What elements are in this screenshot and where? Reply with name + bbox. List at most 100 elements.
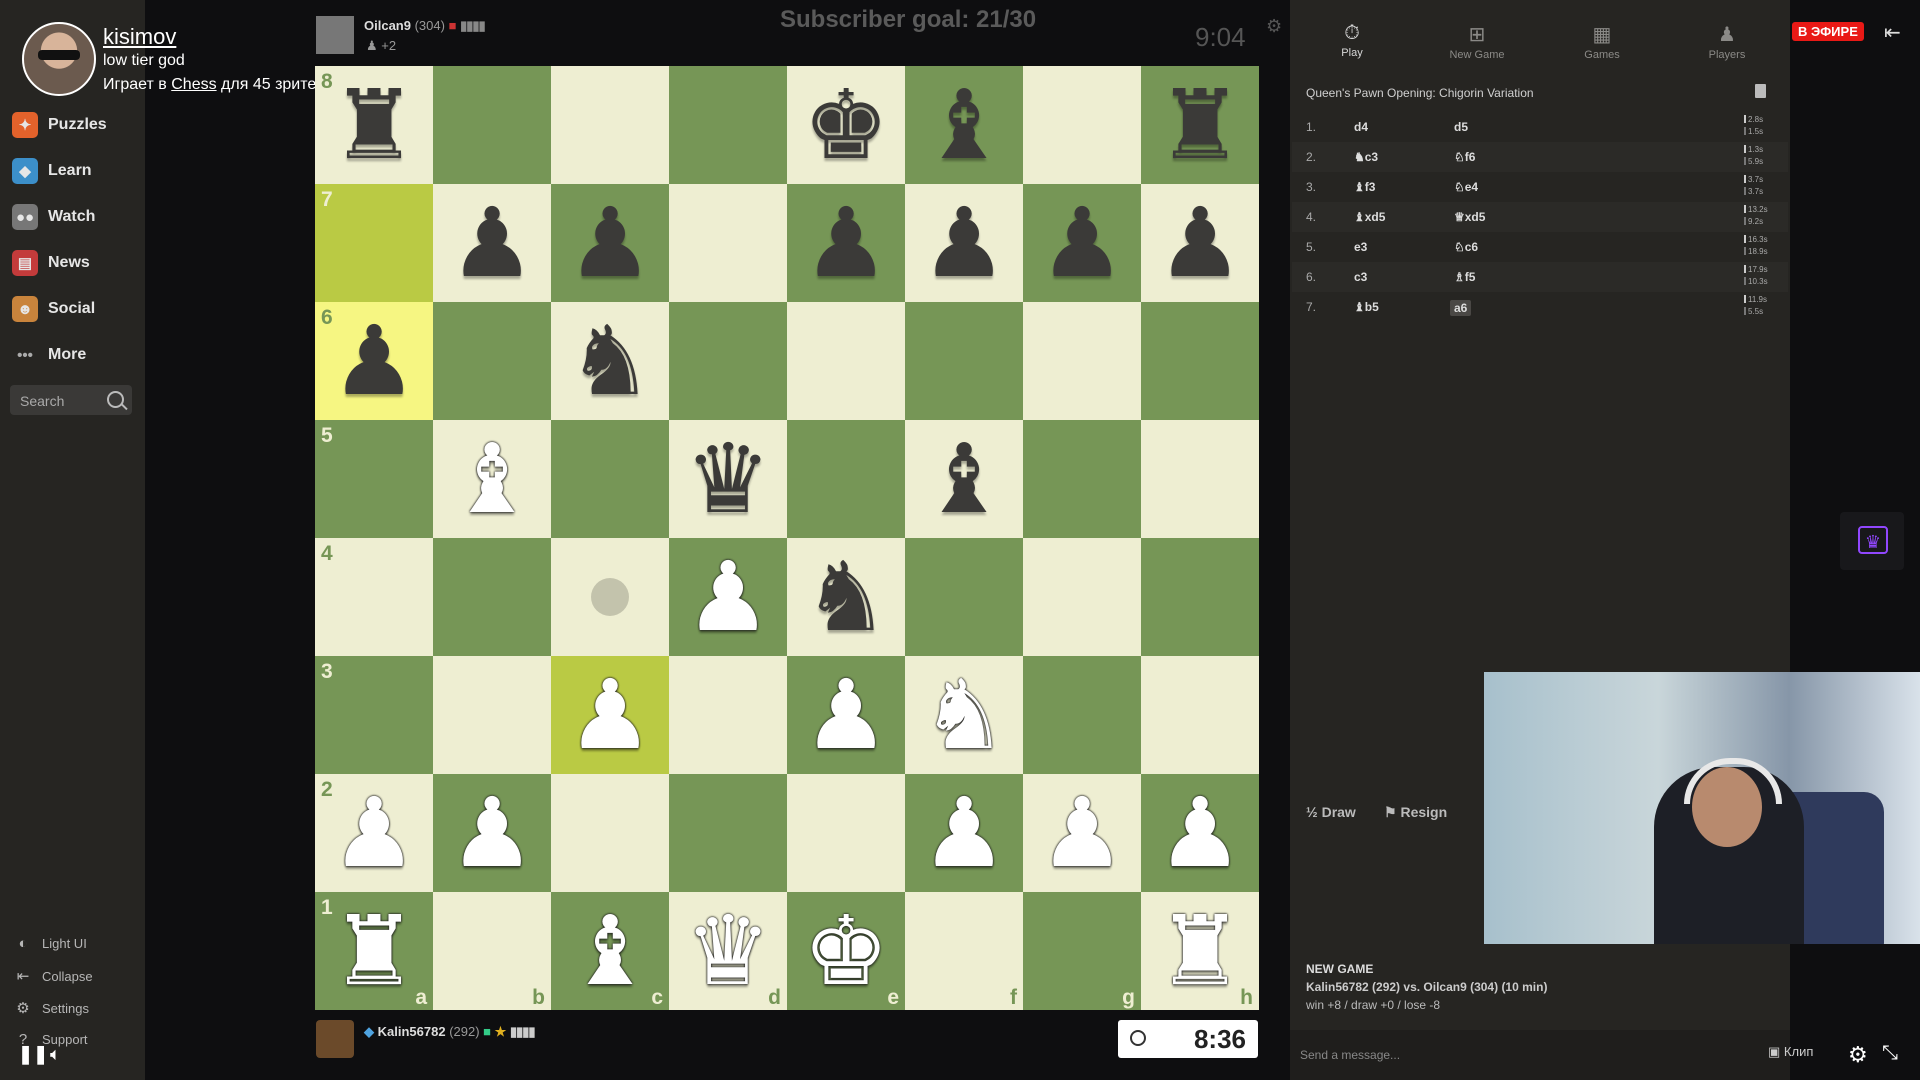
- player-settings-icon[interactable]: ⚙: [1848, 1042, 1868, 1068]
- square-f7[interactable]: ♟: [905, 184, 1023, 302]
- square-a8[interactable]: 8 ♜: [315, 66, 433, 184]
- square-g2[interactable]: ♟: [1023, 774, 1141, 892]
- black-knight-icon[interactable]: ♞: [787, 538, 905, 656]
- sidebar-item-social[interactable]: ☻ Social: [12, 294, 95, 324]
- black-pawn-icon[interactable]: ♟: [551, 184, 669, 302]
- square-f6[interactable]: [905, 302, 1023, 420]
- white-pawn-icon[interactable]: ♟: [1141, 774, 1259, 892]
- draw-button[interactable]: ½ Draw: [1306, 804, 1356, 820]
- black-pawn-icon[interactable]: ♟: [1023, 184, 1141, 302]
- square-c1[interactable]: c ♝: [551, 892, 669, 1010]
- opponent-avatar[interactable]: [316, 16, 354, 54]
- sidebar-item-puzzles[interactable]: ✦ Puzzles: [12, 110, 107, 140]
- square-e7[interactable]: ♟: [787, 184, 905, 302]
- white-king-icon[interactable]: ♚: [787, 892, 905, 1010]
- square-h6[interactable]: [1141, 302, 1259, 420]
- square-h1[interactable]: h ♜: [1141, 892, 1259, 1010]
- square-b4[interactable]: [433, 538, 551, 656]
- square-e2[interactable]: [787, 774, 905, 892]
- white-move[interactable]: d4: [1354, 120, 1368, 134]
- white-pawn-icon[interactable]: ♟: [551, 656, 669, 774]
- resign-button[interactable]: ⚑ Resign: [1384, 804, 1447, 821]
- white-pawn-icon[interactable]: ♟: [433, 774, 551, 892]
- square-a6[interactable]: 6 ♟: [315, 302, 433, 420]
- square-h3[interactable]: [1141, 656, 1259, 774]
- collapse-button[interactable]: ⇤ Collapse: [14, 967, 93, 985]
- square-c4[interactable]: [551, 538, 669, 656]
- white-pawn-icon[interactable]: ♟: [669, 538, 787, 656]
- crown-extension-button[interactable]: ♛: [1840, 512, 1904, 570]
- square-h7[interactable]: ♟: [1141, 184, 1259, 302]
- settings-link[interactable]: ⚙ Settings: [14, 999, 89, 1017]
- square-b2[interactable]: ♟: [433, 774, 551, 892]
- square-e6[interactable]: [787, 302, 905, 420]
- white-pawn-icon[interactable]: ♟: [315, 774, 433, 892]
- exit-theatre-icon[interactable]: ⇤: [1884, 20, 1901, 45]
- move-hint-dot[interactable]: [591, 578, 629, 616]
- square-f8[interactable]: ♝: [905, 66, 1023, 184]
- square-f1[interactable]: f: [905, 892, 1023, 1010]
- square-e8[interactable]: ♚: [787, 66, 905, 184]
- tab-players[interactable]: ♟ Players: [1667, 22, 1787, 61]
- sidebar-item-news[interactable]: ▤ News: [12, 248, 90, 278]
- square-f4[interactable]: [905, 538, 1023, 656]
- square-c2[interactable]: [551, 774, 669, 892]
- square-a2[interactable]: 2 ♟: [315, 774, 433, 892]
- square-e5[interactable]: [787, 420, 905, 538]
- tab-new-game[interactable]: ⊞ New Game: [1417, 22, 1537, 61]
- tab-play[interactable]: ⏱ Play: [1292, 22, 1412, 59]
- fullscreen-icon[interactable]: ⤡: [1882, 1042, 1898, 1065]
- player-name[interactable]: Kalin56782: [378, 1024, 446, 1039]
- black-rook-icon[interactable]: ♜: [1141, 66, 1259, 184]
- white-pawn-icon[interactable]: ♟: [905, 774, 1023, 892]
- white-pawn-icon[interactable]: ♟: [787, 656, 905, 774]
- square-f2[interactable]: ♟: [905, 774, 1023, 892]
- square-a4[interactable]: 4: [315, 538, 433, 656]
- square-a1[interactable]: 1 a ♜: [315, 892, 433, 1010]
- sidebar-item-watch[interactable]: ●● Watch: [12, 202, 95, 232]
- square-d1[interactable]: d ♛: [669, 892, 787, 1010]
- square-h2[interactable]: ♟: [1141, 774, 1259, 892]
- white-rook-icon[interactable]: ♜: [1141, 892, 1259, 1010]
- square-d8[interactable]: [669, 66, 787, 184]
- black-pawn-icon[interactable]: ♟: [433, 184, 551, 302]
- square-b1[interactable]: b: [433, 892, 551, 1010]
- white-bishop-icon[interactable]: ♝: [551, 892, 669, 1010]
- streamer-name[interactable]: kisimov: [103, 24, 176, 50]
- square-f3[interactable]: ♞: [905, 656, 1023, 774]
- white-queen-icon[interactable]: ♛: [669, 892, 787, 1010]
- white-pawn-icon[interactable]: ♟: [1023, 774, 1141, 892]
- square-d3[interactable]: [669, 656, 787, 774]
- square-b7[interactable]: ♟: [433, 184, 551, 302]
- white-rook-icon[interactable]: ♜: [315, 892, 433, 1010]
- square-h4[interactable]: [1141, 538, 1259, 656]
- square-b6[interactable]: [433, 302, 551, 420]
- white-move[interactable]: e3: [1354, 240, 1367, 254]
- square-h5[interactable]: [1141, 420, 1259, 538]
- clip-button[interactable]: ▣ Клип: [1768, 1044, 1813, 1060]
- square-b5[interactable]: ♝: [433, 420, 551, 538]
- square-d4[interactable]: ♟: [669, 538, 787, 656]
- square-e4[interactable]: ♞: [787, 538, 905, 656]
- chess-board[interactable]: 8 ♜ ♚ ♝ ♜ 7 ♟ ♟ ♟ ♟ ♟ ♟ 6 ♟ ♞ 5 ♝ ♛ ♝ 4 ♟ ♞ 3 ♟ ♟ ♞ 2 ♟ ♟ ♟ ♟ ♟ 1 a ♜ b c ♝ d ♛…: [315, 66, 1259, 1010]
- black-bishop-icon[interactable]: ♝: [905, 420, 1023, 538]
- white-knight-icon[interactable]: ♞: [905, 656, 1023, 774]
- search-input[interactable]: [10, 385, 117, 417]
- square-e3[interactable]: ♟: [787, 656, 905, 774]
- white-move[interactable]: c3: [1354, 270, 1367, 284]
- black-rook-icon[interactable]: ♜: [315, 66, 433, 184]
- black-pawn-icon[interactable]: ♟: [315, 302, 433, 420]
- square-d2[interactable]: [669, 774, 787, 892]
- black-move[interactable]: ♘e4: [1454, 180, 1478, 194]
- white-bishop-icon[interactable]: ♝: [433, 420, 551, 538]
- square-c6[interactable]: ♞: [551, 302, 669, 420]
- black-king-icon[interactable]: ♚: [787, 66, 905, 184]
- black-move[interactable]: ♘f6: [1454, 150, 1475, 164]
- square-g8[interactable]: [1023, 66, 1141, 184]
- black-move[interactable]: a6: [1450, 300, 1472, 316]
- square-d6[interactable]: [669, 302, 787, 420]
- square-f5[interactable]: ♝: [905, 420, 1023, 538]
- square-c8[interactable]: [551, 66, 669, 184]
- square-g5[interactable]: [1023, 420, 1141, 538]
- streamer-avatar[interactable]: [22, 22, 96, 96]
